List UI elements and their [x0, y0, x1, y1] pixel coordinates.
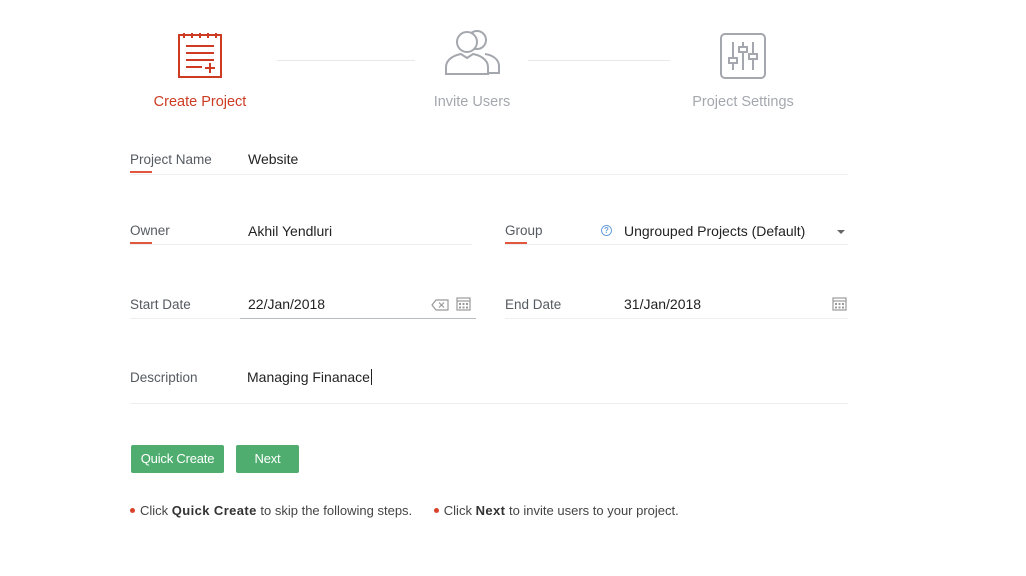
hint-keyword: Next — [475, 503, 506, 518]
step-connector — [528, 60, 670, 61]
project-name-underline — [130, 174, 848, 175]
start-date-label: Start Date — [130, 297, 191, 312]
required-accent — [130, 171, 152, 173]
step-project-settings[interactable]: Project Settings — [678, 32, 808, 114]
hint-prefix: Click — [140, 503, 172, 518]
bullet-icon — [433, 508, 439, 513]
step-label: Invite Users — [433, 94, 511, 110]
clear-icon[interactable] — [431, 298, 449, 316]
start-date-underline — [130, 318, 240, 319]
text-caret — [370, 369, 372, 385]
description-label: Description — [130, 370, 198, 385]
start-date-input[interactable]: 22/Jan/2018 — [248, 296, 325, 312]
hint-keyword: Quick Create — [171, 503, 257, 518]
create-project-wizard: Create Project Invite Users Project Sett… — [0, 0, 1026, 576]
hint-suffix: to invite users to your project. — [505, 503, 679, 518]
description-underline — [130, 403, 848, 404]
group-label: Group — [505, 223, 543, 238]
project-name-label: Project Name — [130, 152, 212, 167]
owner-underline — [130, 244, 472, 245]
group-select[interactable]: Ungrouped Projects (Default) — [624, 223, 805, 239]
step-connector — [277, 60, 415, 61]
start-date-underline-focused — [240, 318, 476, 319]
settings-sliders-icon — [719, 32, 767, 85]
hints: Click Quick Create to skip the following… — [130, 503, 697, 518]
description-input[interactable]: Managing Finanace — [247, 369, 372, 385]
step-label: Project Settings — [692, 94, 794, 110]
next-button[interactable]: Next — [236, 445, 299, 473]
calendar-icon[interactable] — [456, 296, 471, 316]
project-name-input[interactable]: Website — [248, 151, 298, 167]
quick-create-hint: Click Quick Create to skip the following… — [130, 503, 412, 518]
end-date-label: End Date — [505, 297, 562, 312]
step-create-project[interactable]: Create Project — [140, 32, 260, 114]
chevron-down-icon[interactable] — [837, 230, 845, 234]
hint-prefix: Click — [443, 503, 476, 518]
owner-label: Owner — [130, 223, 170, 238]
step-label: Create Project — [153, 94, 247, 110]
step-invite-users[interactable]: Invite Users — [412, 28, 532, 114]
quick-create-button[interactable]: Quick Create — [131, 445, 224, 473]
group-underline — [505, 244, 848, 245]
users-icon — [443, 28, 501, 83]
next-hint: Click Next to invite users to your proje… — [433, 503, 679, 518]
help-icon[interactable]: ? — [601, 225, 612, 236]
end-date-input[interactable]: 31/Jan/2018 — [624, 296, 701, 312]
owner-input[interactable]: Akhil Yendluri — [248, 223, 332, 239]
description-text: Managing Finanace — [247, 369, 370, 385]
bullet-icon — [130, 508, 135, 513]
document-icon — [177, 32, 223, 85]
hint-suffix: to skip the following steps. — [256, 503, 413, 518]
calendar-icon[interactable] — [832, 296, 847, 316]
end-date-underline — [505, 318, 848, 319]
